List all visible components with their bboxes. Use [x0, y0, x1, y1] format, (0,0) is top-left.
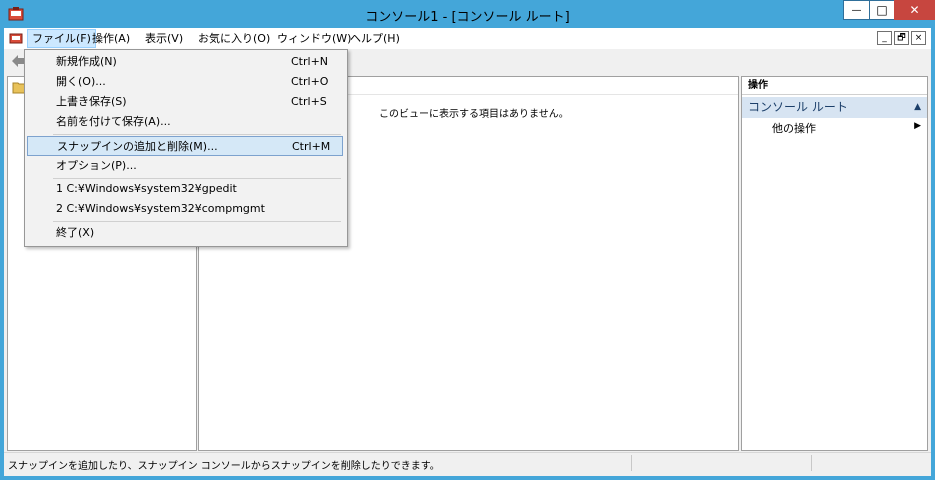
window-title: コンソール1 - [コンソール ルート]	[365, 10, 570, 25]
actions-section-console-root[interactable]: コンソール ルート ▲	[742, 97, 927, 118]
menu-item-recent-2[interactable]: 2 C:¥Windows¥system32¥compmgmt	[27, 199, 343, 219]
menu-item-label: 名前を付けて保存(A)...	[56, 115, 171, 128]
menu-window[interactable]: ウィンドウ(W)	[273, 30, 355, 47]
console-icon[interactable]	[9, 31, 23, 45]
menu-item-options[interactable]: オプション(P)...	[27, 156, 343, 176]
menu-item-label: 上書き保存(S)	[56, 95, 127, 108]
close-button[interactable]: ✕	[894, 0, 935, 20]
maximize-icon: □	[876, 3, 888, 17]
menu-item-shortcut: Ctrl+S	[291, 95, 327, 108]
menu-item-add-remove-snapin[interactable]: スナップインの追加と削除(M)... Ctrl+M	[27, 136, 343, 156]
collapse-up-icon[interactable]: ▲	[914, 97, 921, 118]
mdi-restore-button[interactable]: 🗗	[894, 31, 909, 45]
window-frame: コンソール1 - [コンソール ルート] — □ ✕ ファイル(F) 操作(A)…	[0, 0, 935, 480]
status-divider	[811, 455, 812, 471]
menu-item-label: 新規作成(N)	[56, 55, 117, 68]
status-divider	[631, 455, 632, 471]
menu-item-shortcut: Ctrl+O	[291, 75, 329, 88]
menu-separator	[53, 134, 341, 135]
action-other-operations[interactable]: 他の操作	[772, 120, 816, 136]
actions-title: 操作	[742, 77, 927, 95]
minimize-button[interactable]: —	[843, 0, 870, 20]
close-icon: ✕	[909, 3, 920, 17]
menu-item-shortcut: Ctrl+M	[292, 140, 331, 153]
minimize-icon: —	[851, 4, 862, 16]
menu-item-open[interactable]: 開く(O)... Ctrl+O	[27, 72, 343, 92]
menu-item-label: スナップインの追加と削除(M)...	[57, 140, 218, 153]
status-bar: スナップインを追加したり、スナップイン コンソールからスナップインを削除したりで…	[4, 452, 931, 473]
menu-item-save-as[interactable]: 名前を付けて保存(A)...	[27, 112, 343, 132]
menu-item-save[interactable]: 上書き保存(S) Ctrl+S	[27, 92, 343, 112]
submenu-right-icon: ▶	[914, 121, 921, 131]
menu-item-label: 1 C:¥Windows¥system32¥gpedit	[56, 182, 237, 195]
title-bar[interactable]: コンソール1 - [コンソール ルート] — □ ✕	[0, 0, 935, 28]
empty-view-message: このビューに表示する項目はありません。	[379, 109, 569, 120]
actions-pane: 操作 コンソール ルート ▲ 他の操作 ▶	[741, 76, 928, 451]
menu-item-exit[interactable]: 終了(X)	[27, 223, 343, 243]
menu-view[interactable]: 表示(V)	[141, 30, 187, 47]
menu-item-label: 終了(X)	[56, 226, 95, 239]
menu-file[interactable]: ファイル(F)	[27, 29, 96, 48]
menu-item-shortcut: Ctrl+N	[291, 55, 329, 68]
menu-item-label: 2 C:¥Windows¥system32¥compmgmt	[56, 202, 265, 215]
menu-item-label: オプション(P)...	[56, 159, 137, 172]
back-arrow-icon[interactable]	[11, 54, 25, 68]
menu-bar: ファイル(F) 操作(A) 表示(V) お気に入り(O) ウィンドウ(W) ヘル…	[4, 28, 931, 50]
menu-item-recent-1[interactable]: 1 C:¥Windows¥system32¥gpedit	[27, 179, 343, 199]
menu-action[interactable]: 操作(A)	[88, 30, 134, 47]
maximize-button[interactable]: □	[869, 0, 895, 20]
menu-item-label: 開く(O)...	[56, 75, 106, 88]
menu-separator	[53, 221, 341, 222]
menu-favorites[interactable]: お気に入り(O)	[194, 30, 274, 47]
menu-help[interactable]: ヘルプ(H)	[346, 30, 404, 47]
mdi-close-button[interactable]: ×	[911, 31, 926, 45]
menu-item-new[interactable]: 新規作成(N) Ctrl+N	[27, 52, 343, 72]
actions-section-label: コンソール ルート	[748, 100, 848, 114]
file-menu-dropdown: 新規作成(N) Ctrl+N 開く(O)... Ctrl+O 上書き保存(S) …	[24, 49, 348, 247]
status-text: スナップインを追加したり、スナップイン コンソールからスナップインを削除したりで…	[8, 461, 440, 472]
mdi-minimize-button[interactable]: _	[877, 31, 892, 45]
